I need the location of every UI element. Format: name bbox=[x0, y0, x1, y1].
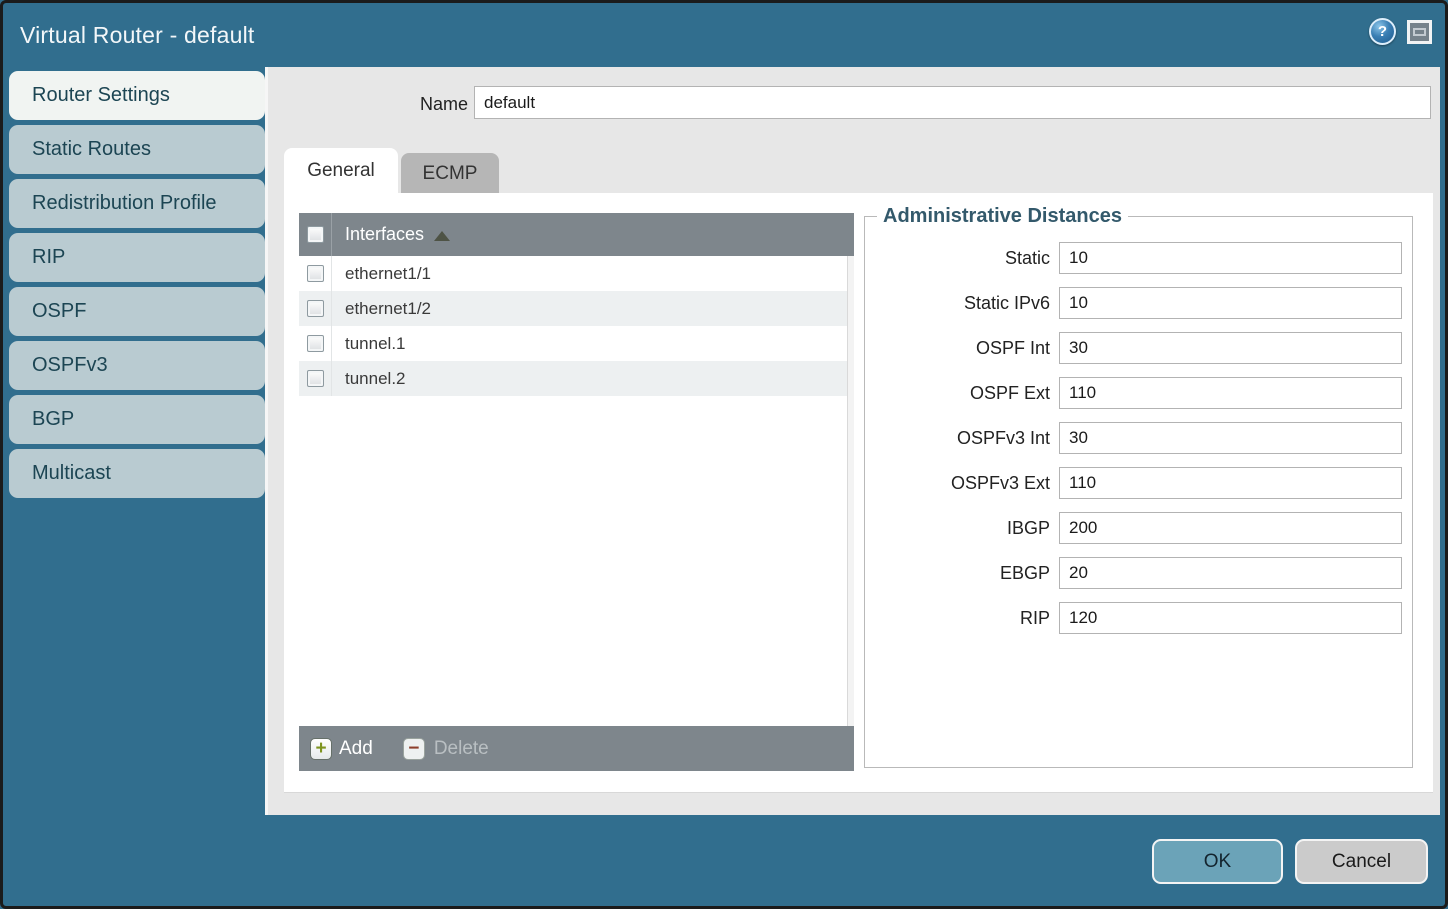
ebgp-label: EBGP bbox=[875, 563, 1050, 584]
sidebar-item-redistribution-profile[interactable]: Redistribution Profile bbox=[9, 179, 265, 228]
window-icon[interactable] bbox=[1407, 20, 1432, 44]
static-ipv6-input[interactable] bbox=[1059, 287, 1402, 319]
sidebar-nav: Router Settings Static Routes Redistribu… bbox=[9, 71, 265, 498]
ospfv3-int-label: OSPFv3 Int bbox=[875, 428, 1050, 449]
interfaces-table-footer: + Add − Delete bbox=[299, 726, 854, 771]
ad-row: OSPF Int bbox=[875, 332, 1402, 364]
select-all-checkbox[interactable] bbox=[307, 226, 324, 243]
table-row[interactable]: tunnel.2 bbox=[299, 361, 854, 396]
header-checkbox-cell bbox=[299, 213, 332, 256]
ad-row: Static IPv6 bbox=[875, 287, 1402, 319]
add-button-label: Add bbox=[339, 738, 373, 760]
row-checkbox-cell bbox=[299, 291, 332, 326]
sort-ascending-icon[interactable] bbox=[434, 231, 450, 241]
ospf-ext-input[interactable] bbox=[1059, 377, 1402, 409]
ad-row: Static bbox=[875, 242, 1402, 274]
ad-row: EBGP bbox=[875, 557, 1402, 589]
ibgp-label: IBGP bbox=[875, 518, 1050, 539]
virtual-router-dialog: { "window": { "title": "Virtual Router -… bbox=[0, 0, 1448, 909]
ad-row: RIP bbox=[875, 602, 1402, 634]
plus-icon: + bbox=[310, 738, 332, 760]
minus-icon: − bbox=[403, 738, 425, 760]
interface-name: tunnel.2 bbox=[345, 369, 406, 389]
static-input[interactable] bbox=[1059, 242, 1402, 274]
ebgp-input[interactable] bbox=[1059, 557, 1402, 589]
row-checkbox-cell bbox=[299, 326, 332, 361]
static-ipv6-label: Static IPv6 bbox=[875, 293, 1050, 314]
ad-row: OSPFv3 Int bbox=[875, 422, 1402, 454]
static-label: Static bbox=[875, 248, 1050, 269]
add-button[interactable]: + Add bbox=[310, 738, 373, 760]
delete-button-label: Delete bbox=[434, 738, 489, 760]
row-checkbox[interactable] bbox=[307, 300, 324, 317]
sidebar-item-rip[interactable]: RIP bbox=[9, 233, 265, 282]
table-row[interactable]: ethernet1/2 bbox=[299, 291, 854, 326]
help-icon[interactable]: ? bbox=[1369, 18, 1396, 45]
interfaces-table: Interfaces ethernet1/1 ethernet1/2 bbox=[299, 213, 854, 771]
dialog-title: Virtual Router - default bbox=[20, 22, 255, 49]
tab-general[interactable]: General bbox=[284, 148, 398, 194]
sidebar-item-bgp[interactable]: BGP bbox=[9, 395, 265, 444]
ibgp-input[interactable] bbox=[1059, 512, 1402, 544]
table-scrollbar[interactable] bbox=[847, 256, 854, 726]
row-checkbox[interactable] bbox=[307, 265, 324, 282]
name-label: Name bbox=[388, 94, 468, 115]
table-row[interactable]: tunnel.1 bbox=[299, 326, 854, 361]
ad-row: OSPF Ext bbox=[875, 377, 1402, 409]
general-tab-panel: Interfaces ethernet1/1 ethernet1/2 bbox=[284, 193, 1433, 793]
cancel-button[interactable]: Cancel bbox=[1295, 839, 1428, 884]
rip-input[interactable] bbox=[1059, 602, 1402, 634]
interface-name: ethernet1/2 bbox=[345, 299, 431, 319]
sidebar-item-multicast[interactable]: Multicast bbox=[9, 449, 265, 498]
title-bar: Virtual Router - default ? bbox=[3, 3, 1445, 67]
interface-name: ethernet1/1 bbox=[345, 264, 431, 284]
row-checkbox-cell bbox=[299, 361, 332, 396]
interfaces-column-header[interactable]: Interfaces bbox=[345, 224, 424, 245]
table-row[interactable]: ethernet1/1 bbox=[299, 256, 854, 291]
ad-row: IBGP bbox=[875, 512, 1402, 544]
ospfv3-ext-label: OSPFv3 Ext bbox=[875, 473, 1050, 494]
ospf-ext-label: OSPF Ext bbox=[875, 383, 1050, 404]
delete-button[interactable]: − Delete bbox=[403, 738, 489, 760]
ospfv3-ext-input[interactable] bbox=[1059, 467, 1402, 499]
sidebar-item-ospf[interactable]: OSPF bbox=[9, 287, 265, 336]
interface-name: tunnel.1 bbox=[345, 334, 406, 354]
name-input[interactable] bbox=[474, 86, 1431, 119]
sidebar-item-ospfv3[interactable]: OSPFv3 bbox=[9, 341, 265, 390]
window-icon-inner bbox=[1413, 28, 1426, 36]
row-checkbox[interactable] bbox=[307, 335, 324, 352]
ospf-int-input[interactable] bbox=[1059, 332, 1402, 364]
row-checkbox[interactable] bbox=[307, 370, 324, 387]
interfaces-table-header: Interfaces bbox=[299, 213, 854, 256]
sidebar-item-static-routes[interactable]: Static Routes bbox=[9, 125, 265, 174]
sidebar-item-router-settings[interactable]: Router Settings bbox=[9, 71, 265, 120]
tab-bar: General ECMP bbox=[284, 148, 499, 194]
administrative-distances-group: Administrative Distances Static Static I… bbox=[864, 205, 1413, 768]
ospfv3-int-input[interactable] bbox=[1059, 422, 1402, 454]
router-settings-panel: Name General ECMP Interfaces ethernet1/1 bbox=[265, 67, 1440, 815]
ad-row: OSPFv3 Ext bbox=[875, 467, 1402, 499]
titlebar-icons: ? bbox=[1369, 18, 1432, 45]
tab-ecmp[interactable]: ECMP bbox=[401, 153, 499, 194]
row-checkbox-cell bbox=[299, 256, 332, 291]
rip-label: RIP bbox=[875, 608, 1050, 629]
ospf-int-label: OSPF Int bbox=[875, 338, 1050, 359]
ok-button[interactable]: OK bbox=[1152, 839, 1283, 884]
interfaces-table-body: ethernet1/1 ethernet1/2 tunnel.1 bbox=[299, 256, 854, 726]
administrative-distances-title: Administrative Distances bbox=[877, 205, 1128, 228]
